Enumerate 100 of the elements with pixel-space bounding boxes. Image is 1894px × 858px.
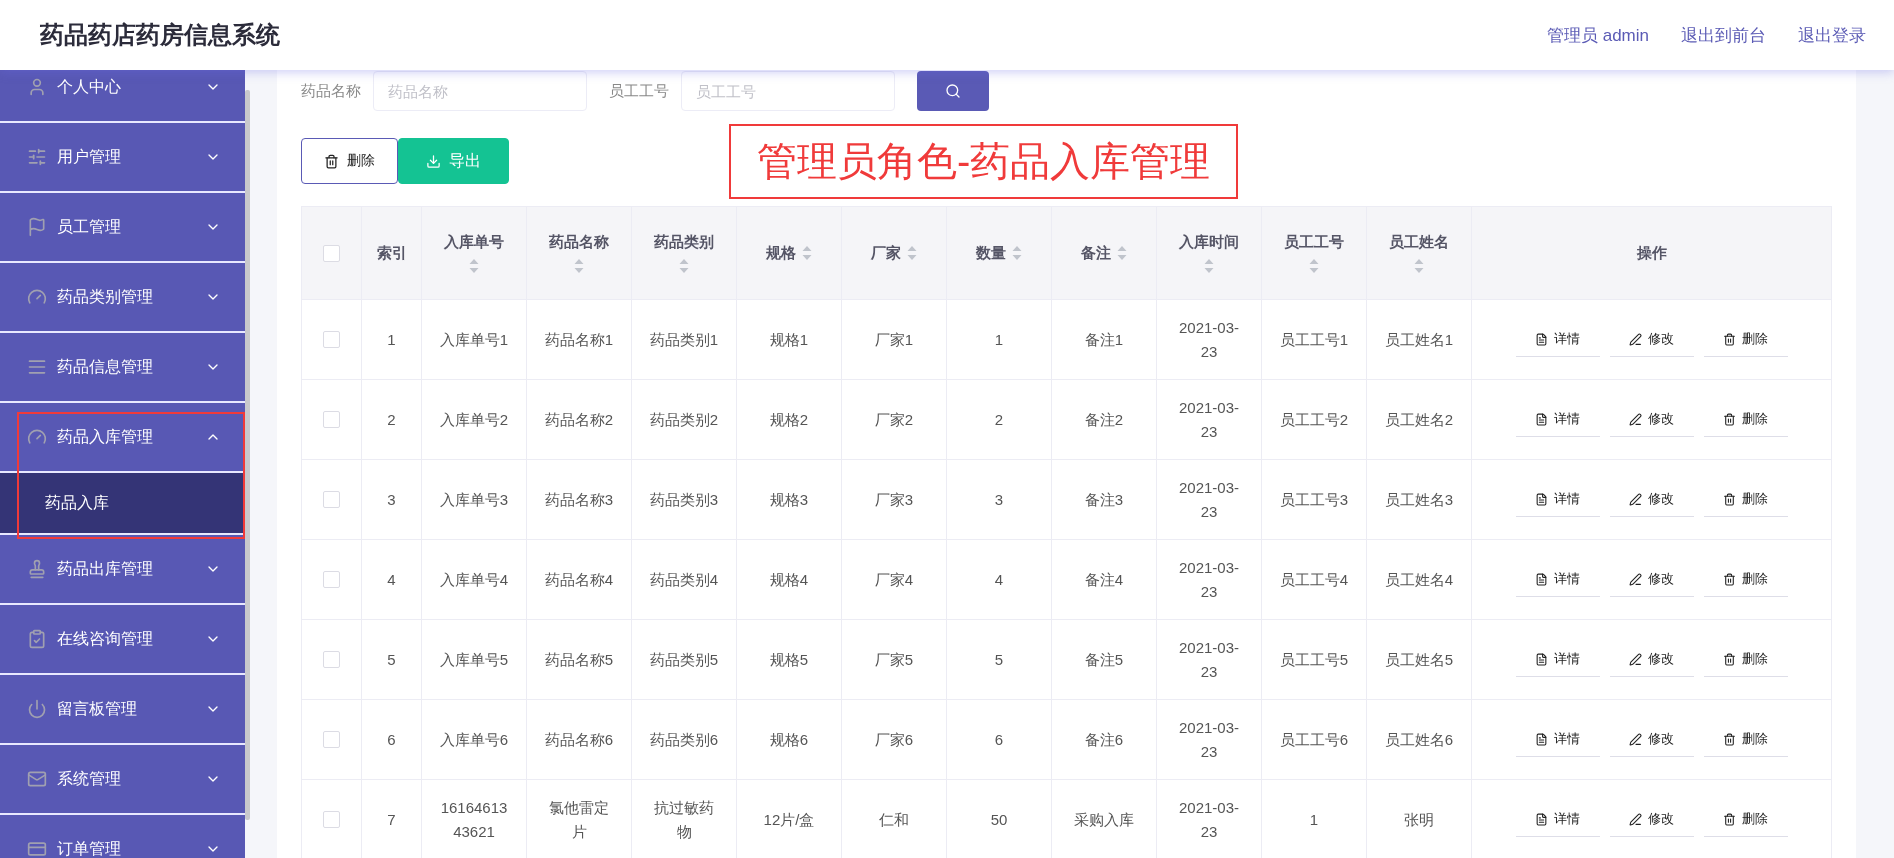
trash-icon <box>1723 652 1736 666</box>
sort-icon[interactable] <box>802 245 812 261</box>
checkbox[interactable] <box>323 731 340 748</box>
trash-icon <box>1723 492 1736 506</box>
table-cell: 仁和 <box>842 780 947 858</box>
table-cell: 规格6 <box>737 700 842 780</box>
column-header[interactable]: 药品类别 <box>632 207 737 300</box>
checkbox[interactable] <box>323 491 340 508</box>
table-cell: 厂家1 <box>842 300 947 380</box>
checkbox[interactable] <box>323 331 340 348</box>
table-cell: 药品类别4 <box>632 540 737 620</box>
table-cell: 员工姓名4 <box>1367 540 1472 620</box>
column-header[interactable]: 入库单号 <box>422 207 527 300</box>
pen-icon <box>1629 572 1642 586</box>
scrollbar[interactable] <box>245 90 250 820</box>
checkbox[interactable] <box>323 651 340 668</box>
search-field[interactable]: 员工工号 <box>681 71 895 111</box>
table-cell: 员工姓名6 <box>1367 700 1472 780</box>
sort-icon[interactable] <box>679 257 689 274</box>
sort-icon[interactable] <box>1414 257 1424 274</box>
field-label: 药品名称 <box>301 81 361 101</box>
table-cell: 5 <box>362 620 422 700</box>
trash-icon <box>1723 332 1736 346</box>
checkbox[interactable] <box>323 811 340 828</box>
pen-icon <box>1629 412 1642 426</box>
table-cell: 入库单号2 <box>422 380 527 460</box>
table-cell: 药品名称2 <box>527 380 632 460</box>
table-cell: 厂家2 <box>842 380 947 460</box>
download-icon <box>426 153 441 169</box>
table-cell: 6 <box>947 700 1052 780</box>
column-header[interactable]: 员工姓名 <box>1367 207 1472 300</box>
table-cell: 氯他雷定片 <box>527 780 632 858</box>
column-header[interactable]: 数量 <box>947 207 1052 300</box>
table-cell: 备注6 <box>1052 700 1157 780</box>
table-cell: 备注2 <box>1052 380 1157 460</box>
table-cell: 2021-03-23 <box>1157 540 1262 620</box>
sidebar-item[interactable]: 订单管理 <box>0 815 245 858</box>
column-header[interactable]: 员工工号 <box>1262 207 1367 300</box>
sort-icon[interactable] <box>1117 245 1127 261</box>
sort-icon[interactable] <box>1309 257 1319 274</box>
checkbox[interactable] <box>323 411 340 428</box>
column-header[interactable]: 入库时间 <box>1157 207 1262 300</box>
table-cell: 2021-03-23 <box>1157 460 1262 540</box>
gauge-icon <box>27 287 47 307</box>
table-cell: 厂家5 <box>842 620 947 700</box>
document-icon <box>1535 492 1548 506</box>
table-cell: 药品名称4 <box>527 540 632 620</box>
pen-icon <box>1629 492 1642 506</box>
trash-icon <box>1723 412 1736 426</box>
column-header[interactable]: 药品名称 <box>527 207 632 300</box>
table-cell: 6 <box>362 700 422 780</box>
table-cell: 1 <box>1262 780 1367 858</box>
flag-icon <box>27 217 47 237</box>
table-cell: 5 <box>947 620 1052 700</box>
table-cell: 药品类别6 <box>632 700 737 780</box>
table-cell: 员工工号4 <box>1262 540 1367 620</box>
header-link[interactable]: 管理员 admin <box>1546 23 1649 47</box>
trash-icon <box>324 153 339 169</box>
field-label: 员工工号 <box>609 81 669 101</box>
table-cell: 药品类别1 <box>632 300 737 380</box>
search-button[interactable] <box>917 71 989 111</box>
sort-icon[interactable] <box>574 257 584 274</box>
sort-icon[interactable] <box>1012 245 1022 261</box>
table-cell: 入库单号4 <box>422 540 527 620</box>
search-icon <box>945 83 961 99</box>
document-icon <box>1535 812 1548 826</box>
header-link[interactable]: 退出登录 <box>1798 23 1866 47</box>
person-icon <box>27 77 47 97</box>
sort-icon[interactable] <box>907 245 917 261</box>
table-cell: 药品名称1 <box>527 300 632 380</box>
table-cell: 入库单号3 <box>422 460 527 540</box>
table-cell: 员工姓名5 <box>1367 620 1472 700</box>
table-cell: 7 <box>362 780 422 858</box>
table-cell: 规格3 <box>737 460 842 540</box>
checkbox[interactable] <box>323 571 340 588</box>
checkbox[interactable] <box>323 244 340 262</box>
table-cell: 2021-03-23 <box>1157 300 1262 380</box>
column-header[interactable]: 规格 <box>737 207 842 300</box>
table-cell: 药品名称5 <box>527 620 632 700</box>
column-header[interactable]: 厂家 <box>842 207 947 300</box>
sort-icon[interactable] <box>469 257 479 274</box>
document-icon <box>1535 732 1548 746</box>
list-icon <box>27 357 47 377</box>
search-field[interactable]: 药品名称 <box>373 71 587 111</box>
table-cell: 规格5 <box>737 620 842 700</box>
header-link[interactable]: 退出到前台 <box>1681 23 1766 47</box>
table-cell: 4 <box>362 540 422 620</box>
pen-icon <box>1629 332 1642 346</box>
table-cell: 规格1 <box>737 300 842 380</box>
table-cell: 3 <box>947 460 1052 540</box>
trash-icon <box>1723 572 1736 586</box>
delete-button[interactable]: 删除 <box>301 138 398 184</box>
trash-icon <box>1723 812 1736 826</box>
table-cell: 50 <box>947 780 1052 858</box>
table-cell: 2 <box>947 380 1052 460</box>
clipboard-check-icon <box>27 629 47 649</box>
table-cell: 员工工号1 <box>1262 300 1367 380</box>
sort-icon[interactable] <box>1204 257 1214 274</box>
sidebar-subitem[interactable]: 药品入库 <box>0 473 245 535</box>
column-header[interactable]: 备注 <box>1052 207 1157 300</box>
